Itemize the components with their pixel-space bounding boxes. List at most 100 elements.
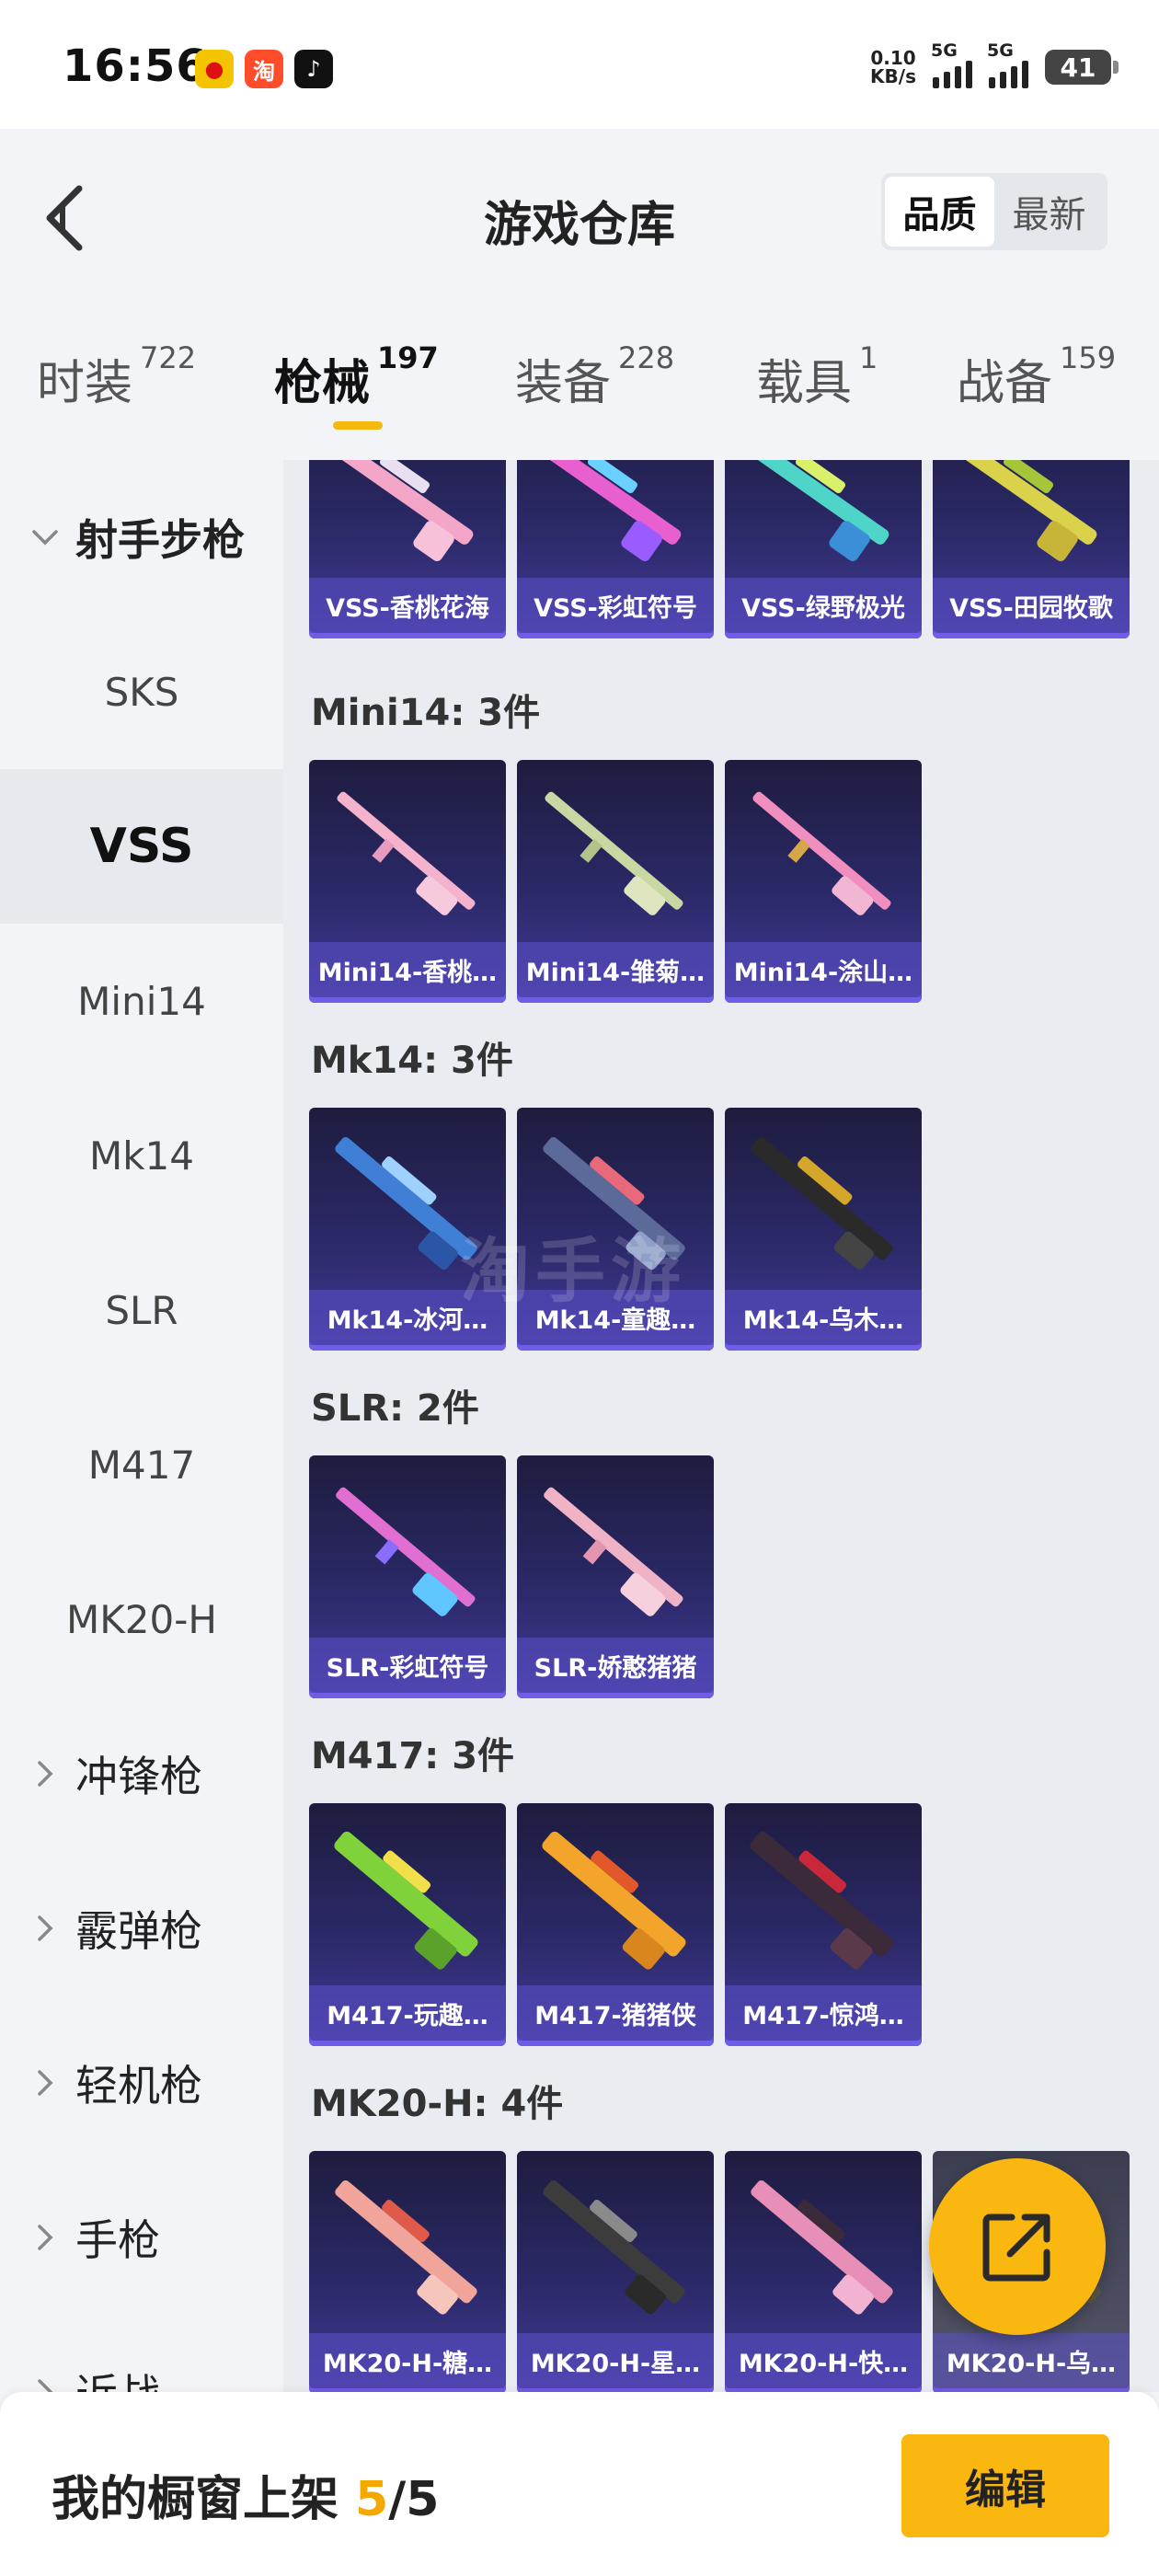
- skin-name: Mini14-香桃…: [309, 942, 506, 997]
- signal-label: 5G: [931, 40, 958, 61]
- skin-card[interactable]: MK20-H-快…: [725, 2151, 922, 2392]
- sidebar-group-marksman-rifles[interactable]: 射手步枪: [0, 460, 283, 615]
- tab-label: 战备: [957, 356, 1053, 411]
- sidebar-item-mk14[interactable]: Mk14: [0, 1078, 283, 1233]
- gun-skin-image: [751, 1137, 893, 1271]
- gun-skin-image: [337, 791, 476, 915]
- tab-vehicles[interactable]: 载具 1: [756, 340, 878, 413]
- sidebar-item-slr[interactable]: SLR: [0, 1233, 283, 1387]
- sidebar-group-pistol[interactable]: 手枪: [0, 2160, 283, 2315]
- sidebar: 射手步枪 SKS VSS Mini14 Mk14 SLR M417 MK20-H…: [0, 460, 283, 2392]
- sidebar-group-label: 射手步枪: [75, 515, 245, 565]
- sidebar-group-label: 霰弹枪: [75, 1906, 202, 1956]
- sidebar-group-label: 轻机枪: [75, 2061, 202, 2110]
- skin-name: VSS-彩虹符号: [517, 578, 714, 633]
- skin-name: VSS-绿野极光: [725, 578, 922, 633]
- tab-equipment[interactable]: 装备 228: [515, 340, 674, 413]
- sidebar-item-vss[interactable]: VSS: [0, 769, 283, 924]
- edit-button[interactable]: 编辑: [901, 2434, 1109, 2537]
- section-title-m417: M417: 3件: [311, 1735, 515, 1777]
- skin-card[interactable]: Mini14-香桃…: [309, 760, 506, 1003]
- tab-label: 装备: [515, 356, 612, 411]
- weapon-grid: VSS-香桃花海 VSS-彩虹符号 VSS-绿野极光 VSS-田园牧歌 Mini…: [283, 460, 1159, 2392]
- gun-skin-image: [750, 1831, 894, 1970]
- chevron-right-icon: [26, 2224, 64, 2251]
- sidebar-group-melee[interactable]: 近战: [0, 2315, 283, 2392]
- gun-skin-image: [339, 460, 474, 561]
- sidebar-item-m417[interactable]: M417: [0, 1387, 283, 1542]
- chevron-right-icon: [26, 2069, 64, 2097]
- chevron-right-icon: [26, 2378, 64, 2392]
- tab-count: 722: [140, 340, 197, 375]
- skin-card[interactable]: Mini14-涂山…: [725, 760, 922, 1003]
- skin-name: Mini14-雏菊…: [517, 942, 714, 997]
- sidebar-group-shotgun[interactable]: 霰弹枪: [0, 1851, 283, 2006]
- status-time: 16:56: [63, 40, 208, 92]
- signal-5g-2-icon: 5G: [987, 40, 1028, 88]
- shelf-label-text: 我的橱窗上架: [52, 2472, 356, 2527]
- gun-skin-image: [336, 1487, 476, 1616]
- sort-latest-option[interactable]: 最新: [994, 177, 1104, 247]
- shelf-count-total: /5: [388, 2472, 440, 2527]
- sidebar-item-mini14[interactable]: Mini14: [0, 924, 283, 1078]
- gun-skin-image: [542, 1831, 686, 1970]
- net-speed-unit: KB/s: [870, 65, 916, 87]
- bottom-bar: 我的橱窗上架 5/5 编辑: [0, 2392, 1159, 2576]
- tab-label: 时装: [37, 356, 133, 411]
- gun-skin-image: [545, 791, 683, 915]
- share-button[interactable]: [929, 2158, 1106, 2335]
- chevron-right-icon: [26, 1915, 64, 1942]
- sidebar-group-lmg[interactable]: 轻机枪: [0, 2006, 283, 2160]
- skin-card[interactable]: M417-玩趣…: [309, 1803, 506, 2046]
- tab-label: 载具: [756, 356, 853, 411]
- section-title-mk20h: MK20-H: 4件: [311, 2083, 564, 2125]
- skin-name: Mk14-乌木…: [725, 1290, 922, 1345]
- skin-name: MK20-H-快…: [725, 2333, 922, 2388]
- tab-count: 1: [859, 340, 878, 375]
- skin-card[interactable]: M417-惊鸿…: [725, 1803, 922, 2046]
- watermark: 淘手游: [460, 1230, 686, 1312]
- skin-card[interactable]: MK20-H-星…: [517, 2151, 714, 2392]
- tab-active-indicator: [333, 421, 383, 430]
- skin-card[interactable]: SLR-娇憨猪猪: [517, 1455, 714, 1698]
- section-title-mini14: Mini14: 3件: [311, 692, 541, 734]
- sidebar-item-sks[interactable]: SKS: [0, 615, 283, 769]
- skin-name: VSS-香桃花海: [309, 578, 506, 633]
- skin-name: M417-玩趣…: [309, 1985, 506, 2041]
- signal-label: 5G: [987, 40, 1014, 61]
- net-speed-value: 0.10: [870, 47, 916, 69]
- header: 游戏仓库 品质 最新: [0, 129, 1159, 304]
- skin-card[interactable]: Mini14-雏菊…: [517, 760, 714, 1003]
- sidebar-group-smg[interactable]: 冲锋枪: [0, 1696, 283, 1851]
- skin-card[interactable]: MK20-H-糖…: [309, 2151, 506, 2392]
- gun-skin-image: [335, 2180, 477, 2315]
- tab-fashion[interactable]: 时装 722: [37, 340, 196, 413]
- taobao-icon: 淘: [245, 50, 283, 88]
- skin-card[interactable]: VSS-田园牧歌: [933, 460, 1130, 638]
- sort-quality-option[interactable]: 品质: [885, 177, 994, 247]
- skin-card[interactable]: VSS-绿野极光: [725, 460, 922, 638]
- tab-combat-gear[interactable]: 战备 159: [957, 340, 1116, 413]
- skin-card[interactable]: VSS-香桃花海: [309, 460, 506, 638]
- net-speed: 0.10 KB/s: [870, 49, 916, 86]
- gun-skin-image: [963, 460, 1097, 561]
- category-tabs: 时装 722 枪械 197 装备 228 载具 1 战备 159: [0, 331, 1159, 432]
- sidebar-item-mk20h[interactable]: MK20-H: [0, 1542, 283, 1696]
- battery-level: 41: [1060, 52, 1096, 83]
- skin-name: Mini14-涂山…: [725, 942, 922, 997]
- tab-firearms[interactable]: 枪械 197: [274, 340, 439, 413]
- skin-card[interactable]: Mk14-乌木…: [725, 1108, 922, 1351]
- skin-name: SLR-彩虹符号: [309, 1638, 506, 1693]
- share-icon: [982, 2214, 1050, 2282]
- signal-5g-1-icon: 5G: [931, 40, 972, 88]
- skin-card[interactable]: M417-猪猪侠: [517, 1803, 714, 2046]
- skin-card[interactable]: VSS-彩虹符号: [517, 460, 714, 638]
- battery-icon: 41: [1045, 50, 1119, 85]
- skin-name: M417-惊鸿…: [725, 1985, 922, 2041]
- tab-count: 197: [377, 340, 439, 375]
- tab-label: 枪械: [274, 356, 371, 411]
- gun-skin-image: [547, 460, 682, 561]
- gun-skin-image: [751, 2180, 893, 2315]
- skin-name: M417-猪猪侠: [517, 1985, 714, 2041]
- skin-card[interactable]: SLR-彩虹符号: [309, 1455, 506, 1698]
